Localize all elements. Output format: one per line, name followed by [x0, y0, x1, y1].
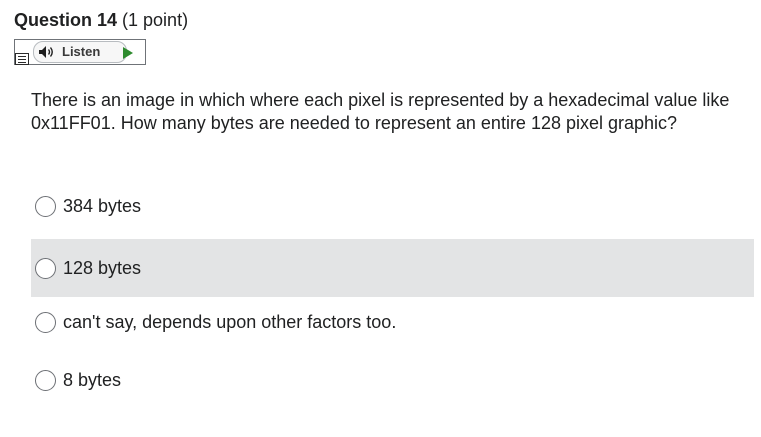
listen-button[interactable]: Listen [33, 41, 127, 63]
menu-icon[interactable] [15, 53, 29, 65]
question-points: (1 point) [117, 10, 189, 30]
readspeaker-toolbar: Listen [14, 39, 146, 65]
answer-option-1[interactable]: 384 bytes [31, 177, 754, 235]
radio-button[interactable] [35, 195, 56, 217]
radio-button[interactable] [35, 311, 56, 333]
answer-label: can't say, depends upon other factors to… [63, 312, 397, 332]
answer-label: 384 bytes [63, 196, 142, 216]
speaker-icon [39, 46, 53, 58]
listen-label: Listen [62, 44, 101, 59]
play-icon[interactable] [123, 47, 133, 59]
radio-button[interactable] [35, 369, 56, 391]
question-title: Question 14 [14, 10, 118, 30]
answer-option-2[interactable]: 128 bytes [31, 239, 754, 297]
question-header: Question 14 (1 point) [14, 8, 188, 32]
radio-button[interactable] [35, 257, 56, 279]
answer-option-3[interactable]: can't say, depends upon other factors to… [31, 293, 754, 351]
question-text: There is an image in which where each pi… [31, 90, 730, 133]
answer-option-4[interactable]: 8 bytes [31, 351, 754, 409]
answer-label: 8 bytes [63, 370, 122, 390]
answer-label: 128 bytes [63, 258, 142, 278]
